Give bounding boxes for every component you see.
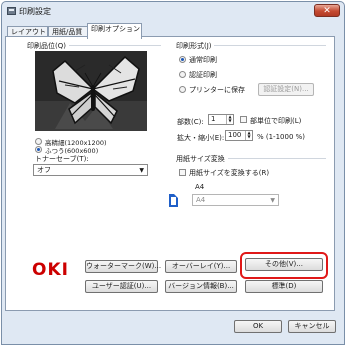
- spin-arrows-icon: ▲ ▼: [245, 131, 252, 140]
- format-radio-auth[interactable]: [179, 71, 186, 78]
- toner-save-label: トナーセーブ(T):: [35, 155, 89, 163]
- title-bar: 印刷設定 ✕: [2, 2, 344, 20]
- watermark-button[interactable]: ウォーターマーク(W)...: [85, 260, 161, 273]
- scale-range-label: % (1-1000 %): [257, 133, 306, 141]
- paper-size-select[interactable]: A4 ▼: [192, 194, 279, 206]
- paper-convert-label: 用紙サイズを変換する(R): [189, 169, 270, 177]
- format-normal-label: 通常印刷: [189, 56, 217, 64]
- oki-logo: OKI: [32, 260, 69, 280]
- paper-convert-group-line: [228, 158, 326, 159]
- defaults-button[interactable]: 標準(D): [245, 280, 323, 293]
- toner-save-value: オフ: [37, 166, 51, 174]
- collate-checkbox[interactable]: [240, 116, 247, 123]
- print-format-heading: 印刷形式(J): [176, 42, 212, 50]
- paper-size-label: A4: [195, 183, 205, 191]
- format-radio-normal[interactable]: [179, 56, 186, 63]
- paper-size-value: A4: [196, 196, 206, 204]
- quality-heading: 印刷品位(Q): [27, 42, 66, 50]
- chevron-down-icon: ▼: [270, 197, 275, 204]
- butterfly-image: [35, 51, 147, 131]
- copies-value: 1: [211, 115, 216, 123]
- chevron-down-icon: ▼: [139, 167, 144, 174]
- format-radio-store[interactable]: [179, 86, 186, 93]
- overlay-button[interactable]: オーバーレイ(Y)...: [165, 260, 237, 273]
- print-format-group-line: [214, 45, 326, 46]
- copies-label: 部数(C):: [177, 118, 204, 126]
- toner-save-select[interactable]: オフ ▼: [33, 164, 148, 176]
- paper-convert-heading: 用紙サイズ変換: [176, 155, 225, 163]
- quality-radio-normal[interactable]: [35, 146, 42, 153]
- user-auth-button[interactable]: ユーザー認証(U)...: [85, 280, 158, 293]
- paper-convert-checkbox[interactable]: [179, 169, 186, 176]
- cancel-button[interactable]: キャンセル: [288, 320, 336, 333]
- quality-group-line: [69, 45, 161, 46]
- format-store-label: プリンターに保存: [189, 86, 245, 94]
- copies-stepper[interactable]: 1 ▲ ▼: [208, 114, 234, 125]
- window-title: 印刷設定: [19, 7, 51, 16]
- printer-icon: [7, 7, 16, 15]
- scale-label: 拡大・縮小(E):: [177, 134, 225, 142]
- auth-settings-button[interactable]: 認証設定(N)...: [258, 83, 314, 96]
- quality-preview-image: [35, 51, 147, 131]
- scale-stepper[interactable]: 100 ▲ ▼: [225, 130, 253, 141]
- spin-arrows-icon: ▲ ▼: [226, 115, 233, 124]
- collate-label: 部単位で印刷(L): [250, 117, 302, 125]
- close-button[interactable]: ✕: [314, 4, 340, 17]
- ok-button[interactable]: OK: [234, 320, 282, 333]
- version-info-button[interactable]: バージョン情報(B)...: [165, 280, 237, 293]
- tab-print-options[interactable]: 印刷オプション: [87, 23, 142, 39]
- paper-orientation-icon: [169, 194, 178, 207]
- quality-radio-high[interactable]: [35, 138, 42, 145]
- other-button-highlight: [240, 252, 328, 279]
- format-auth-label: 認証印刷: [189, 71, 217, 79]
- scale-value: 100: [228, 131, 242, 139]
